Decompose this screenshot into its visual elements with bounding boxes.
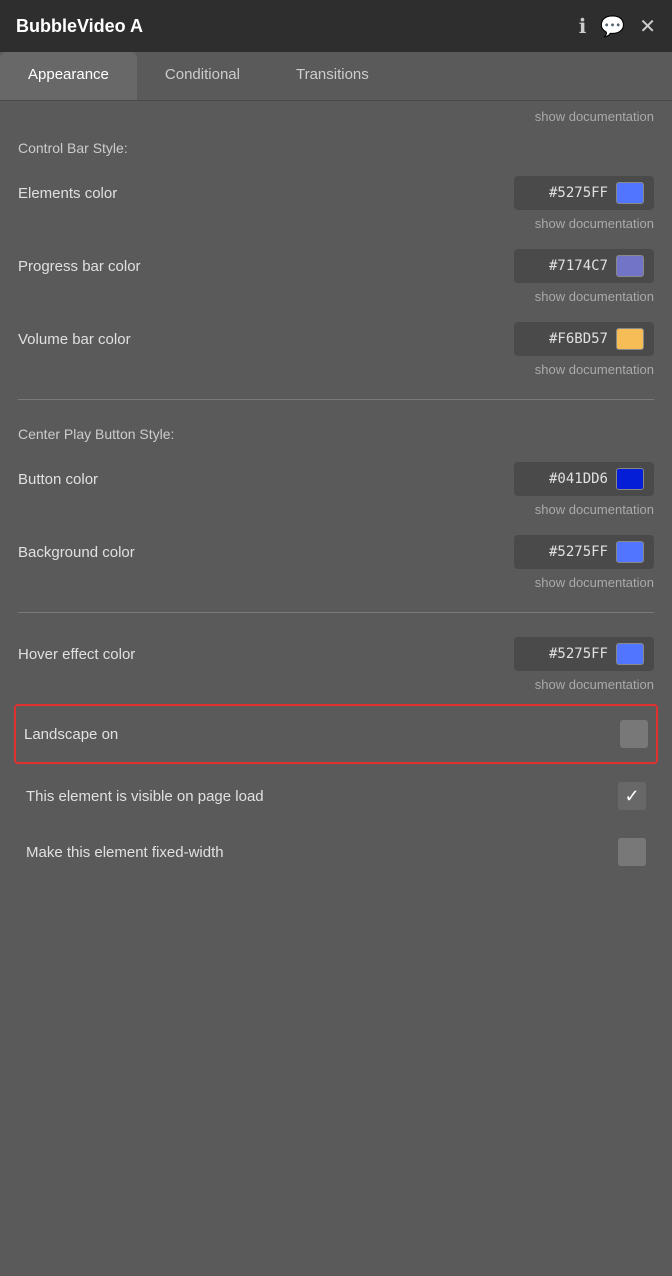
progress-bar-color-label: Progress bar color <box>18 258 514 275</box>
progress-bar-color-swatch[interactable] <box>616 255 644 277</box>
volume-bar-color-label: Volume bar color <box>18 331 514 348</box>
hover-effect-show-doc[interactable]: show documentation <box>18 673 654 700</box>
background-color-show-doc[interactable]: show documentation <box>18 571 654 598</box>
visible-on-load-label: This element is visible on page load <box>26 788 618 805</box>
button-color-label: Button color <box>18 471 514 488</box>
button-color-row: Button color #041DD6 <box>18 452 654 498</box>
visible-on-load-checkbox[interactable]: ✓ <box>618 782 646 810</box>
elements-color-swatch[interactable] <box>616 182 644 204</box>
button-color-hex: #041DD6 <box>549 471 608 487</box>
elements-color-picker[interactable]: #5275FF <box>514 176 654 210</box>
divider-2 <box>18 612 654 613</box>
background-color-swatch[interactable] <box>616 541 644 563</box>
tab-conditional[interactable]: Conditional <box>137 52 268 100</box>
fixed-width-label: Make this element fixed-width <box>26 844 618 861</box>
landscape-on-row: Landscape on <box>14 704 658 764</box>
fixed-width-checkbox[interactable] <box>618 838 646 866</box>
divider-1 <box>18 399 654 400</box>
tab-appearance[interactable]: Appearance <box>0 52 137 100</box>
info-icon[interactable]: ℹ <box>579 14 587 39</box>
elements-color-row: Elements color #5275FF <box>18 166 654 212</box>
hover-effect-color-swatch[interactable] <box>616 643 644 665</box>
button-color-swatch[interactable] <box>616 468 644 490</box>
progress-bar-show-doc[interactable]: show documentation <box>18 285 654 312</box>
volume-bar-color-swatch[interactable] <box>616 328 644 350</box>
background-color-picker[interactable]: #5275FF <box>514 535 654 569</box>
hover-effect-color-hex: #5275FF <box>549 646 608 662</box>
tab-transitions[interactable]: Transitions <box>268 52 397 100</box>
background-color-hex: #5275FF <box>549 544 608 560</box>
show-doc-top[interactable]: show documentation <box>18 101 654 128</box>
hover-effect-color-picker[interactable]: #5275FF <box>514 637 654 671</box>
volume-bar-color-hex: #F6BD57 <box>549 331 608 347</box>
background-color-row: Background color #5275FF <box>18 525 654 571</box>
control-bar-section-label: Control Bar Style: <box>18 128 654 166</box>
content-area: show documentation Control Bar Style: El… <box>0 101 672 900</box>
background-color-label: Background color <box>18 544 514 561</box>
progress-bar-color-hex: #7174C7 <box>549 258 608 274</box>
center-play-section-label: Center Play Button Style: <box>18 414 654 452</box>
progress-bar-color-picker[interactable]: #7174C7 <box>514 249 654 283</box>
elements-color-hex: #5275FF <box>549 185 608 201</box>
landscape-on-label: Landscape on <box>24 726 620 743</box>
elements-color-label: Elements color <box>18 185 514 202</box>
comment-icon[interactable]: 💬 <box>600 14 625 39</box>
tabs: Appearance Conditional Transitions <box>0 52 672 101</box>
elements-show-doc[interactable]: show documentation <box>18 212 654 239</box>
volume-bar-show-doc[interactable]: show documentation <box>18 358 654 385</box>
hover-effect-color-row: Hover effect color #5275FF <box>18 627 654 673</box>
close-icon[interactable]: ✕ <box>639 14 656 39</box>
header-icons: ℹ 💬 ✕ <box>579 14 656 39</box>
hover-effect-color-label: Hover effect color <box>18 646 514 663</box>
button-color-show-doc[interactable]: show documentation <box>18 498 654 525</box>
button-color-picker[interactable]: #041DD6 <box>514 462 654 496</box>
volume-bar-color-row: Volume bar color #F6BD57 <box>18 312 654 358</box>
progress-bar-color-row: Progress bar color #7174C7 <box>18 239 654 285</box>
header: BubbleVideo A ℹ 💬 ✕ <box>0 0 672 52</box>
fixed-width-row: Make this element fixed-width <box>18 824 654 880</box>
volume-bar-color-picker[interactable]: #F6BD57 <box>514 322 654 356</box>
visible-on-load-row: This element is visible on page load ✓ <box>18 768 654 824</box>
app-title: BubbleVideo A <box>16 16 579 37</box>
landscape-on-checkbox[interactable] <box>620 720 648 748</box>
